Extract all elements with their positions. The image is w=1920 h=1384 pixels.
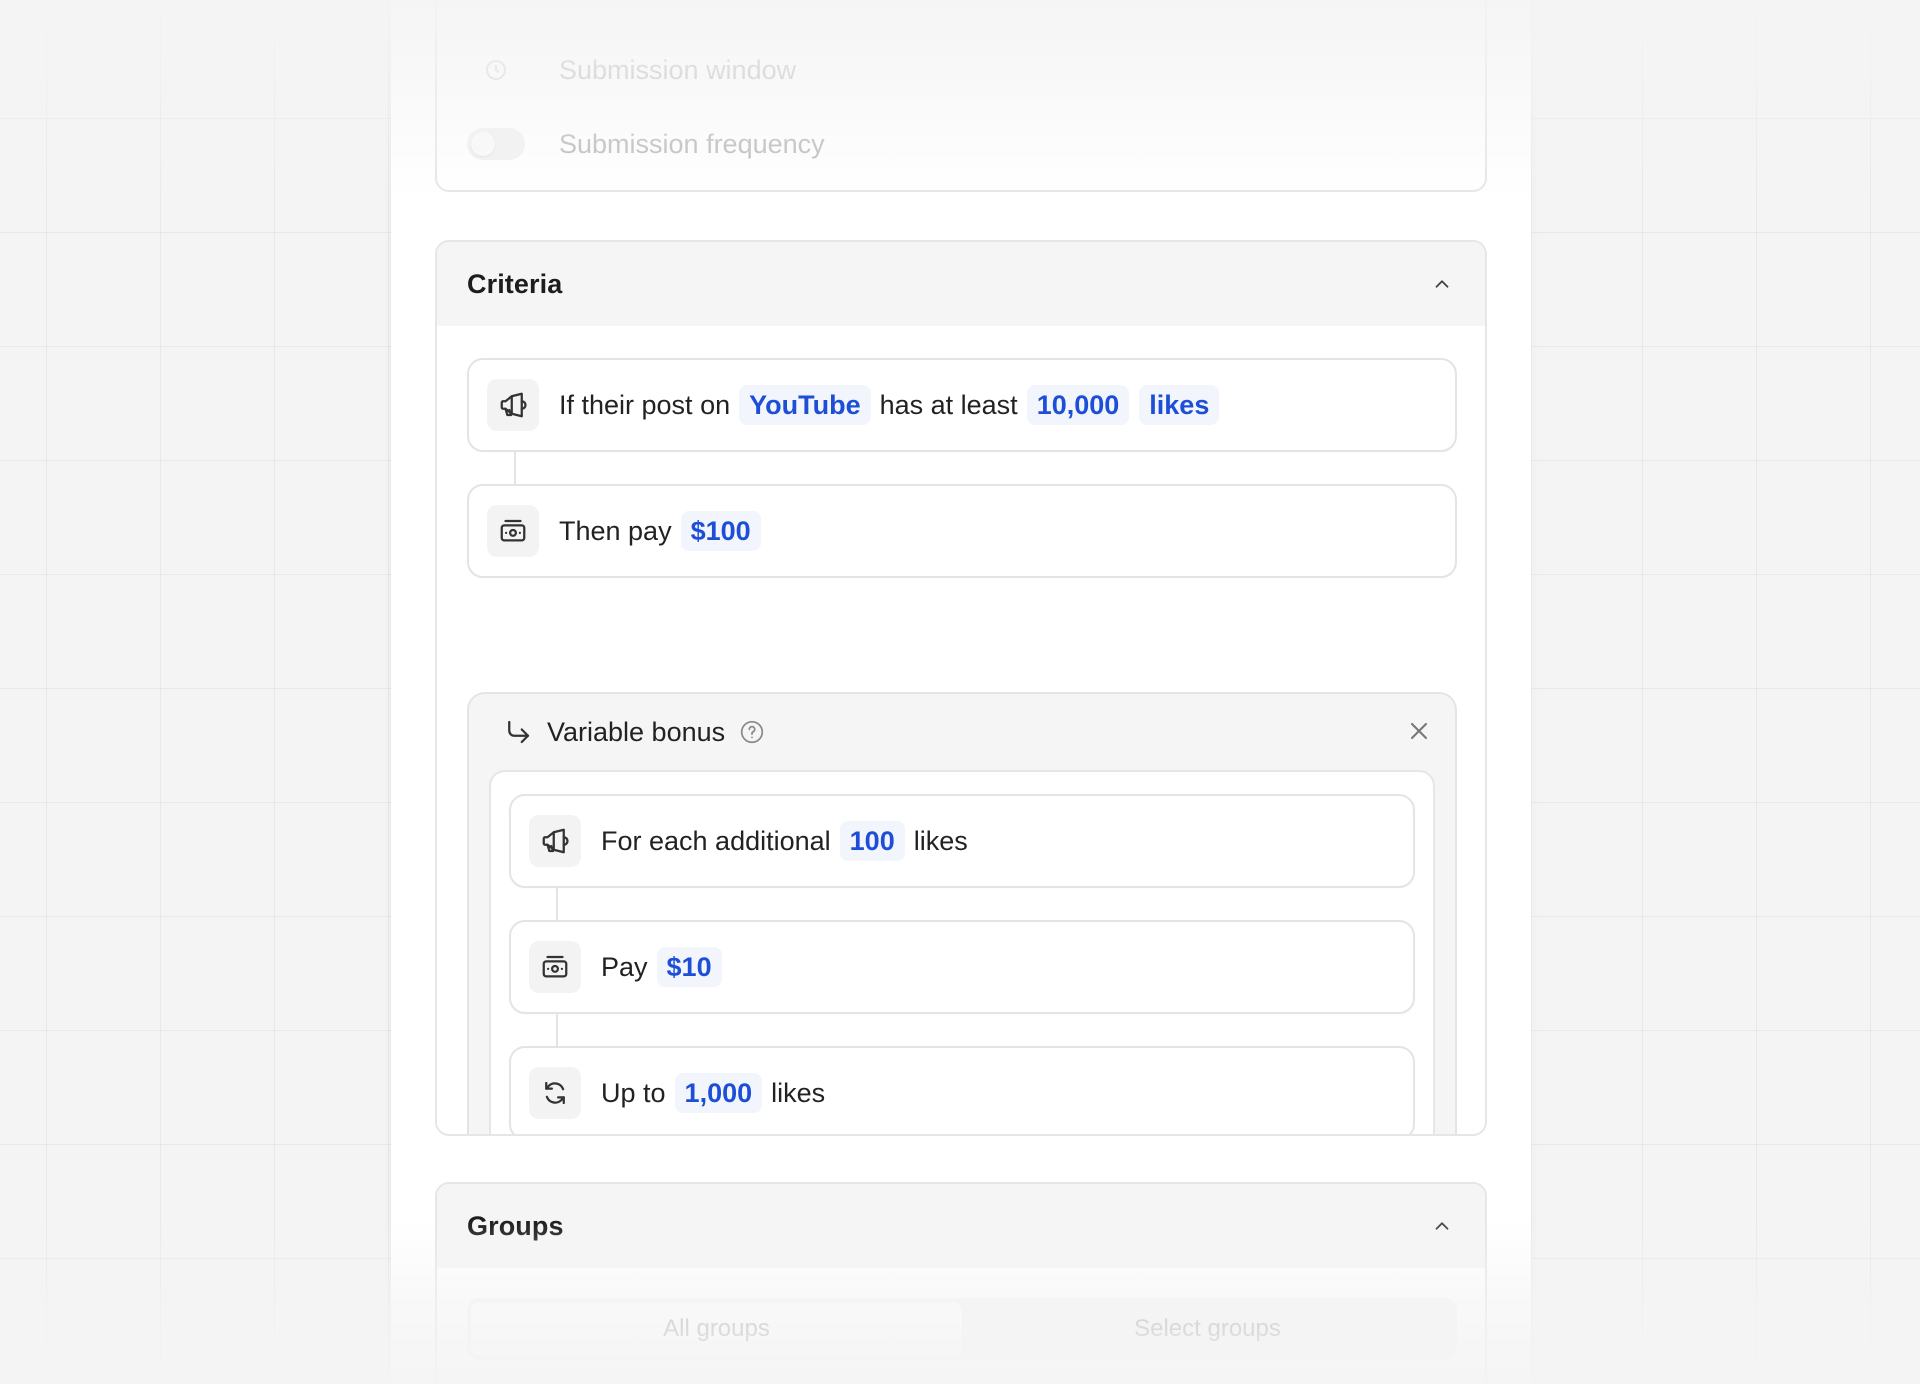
variable-bonus-title: Variable bonus (547, 716, 726, 747)
bonus-each-rule[interactable]: For each additional 100 likes (509, 794, 1415, 888)
rule-connector (556, 1014, 558, 1046)
variable-bonus-section: Variable bonus For each additional 100 l… (467, 692, 1457, 1134)
condition-prefix: If their post on (559, 389, 731, 420)
bonus-each-prefix: For each additional (601, 825, 831, 856)
submission-frequency-label: Submission frequency (559, 128, 825, 159)
likes-threshold-input[interactable]: 10,000 (1026, 385, 1130, 425)
megaphone-icon (487, 379, 539, 431)
bonus-pay-rule[interactable]: Pay $10 (509, 920, 1415, 1014)
bonus-cap-prefix: Up to (601, 1077, 666, 1108)
payout-prefix: Then pay (559, 515, 672, 546)
all-groups-option[interactable]: All groups (471, 1302, 962, 1356)
bonus-each-metric: likes (913, 825, 968, 856)
groups-card: Groups All groups Select groups (435, 1182, 1487, 1384)
criteria-title: Criteria (467, 268, 563, 299)
help-circle-icon[interactable] (739, 719, 765, 745)
bonus-cap-input[interactable]: 1,000 (674, 1073, 763, 1113)
corner-down-right-icon (508, 720, 530, 744)
criteria-header[interactable]: Criteria (437, 242, 1485, 326)
submission-frequency-row[interactable]: Submission frequency (467, 128, 825, 160)
payout-rule[interactable]: Then pay $100 (467, 484, 1457, 578)
variable-bonus-rules: For each additional 100 likes Pay $10 Up… (489, 770, 1435, 1134)
submission-settings-card: Submission window Submission frequency (435, 0, 1487, 192)
bonus-pay-prefix: Pay (601, 951, 648, 982)
megaphone-icon (529, 815, 581, 867)
bonus-increment-input[interactable]: 100 (839, 821, 905, 861)
groups-header[interactable]: Groups (437, 1184, 1485, 1268)
submission-window-label: Submission window (559, 54, 797, 85)
submission-frequency-toggle[interactable] (467, 128, 525, 160)
criteria-card: Criteria If their post on YouTube has at… (435, 240, 1487, 1136)
rule-connector (514, 452, 516, 484)
banknote-icon (487, 505, 539, 557)
select-groups-option[interactable]: Select groups (962, 1302, 1453, 1356)
platform-select[interactable]: YouTube (739, 385, 871, 425)
condition-rule[interactable]: If their post on YouTube has at least 10… (467, 358, 1457, 452)
bonus-amount-input[interactable]: $10 (656, 947, 722, 987)
close-icon[interactable] (1405, 717, 1433, 745)
chevron-up-icon[interactable] (1429, 1213, 1455, 1239)
rule-connector (556, 888, 558, 920)
groups-segmented-control: All groups Select groups (467, 1298, 1457, 1360)
chevron-up-icon[interactable] (1429, 271, 1455, 297)
banknote-icon (529, 941, 581, 993)
payout-amount-input[interactable]: $100 (680, 511, 761, 551)
bonus-cap-metric: likes (771, 1077, 826, 1108)
metric-select[interactable]: likes (1139, 385, 1220, 425)
refresh-icon (529, 1067, 581, 1119)
submission-window-row[interactable]: Submission window (467, 54, 796, 86)
bonus-cap-rule[interactable]: Up to 1,000 likes (509, 1046, 1415, 1134)
groups-title: Groups (467, 1210, 564, 1241)
condition-middle: has at least (879, 389, 1018, 420)
variable-bonus-header: Variable bonus (469, 694, 1455, 770)
rewards-panel: Submission window Submission frequency C… (391, 0, 1531, 1384)
clock-icon (467, 54, 525, 86)
